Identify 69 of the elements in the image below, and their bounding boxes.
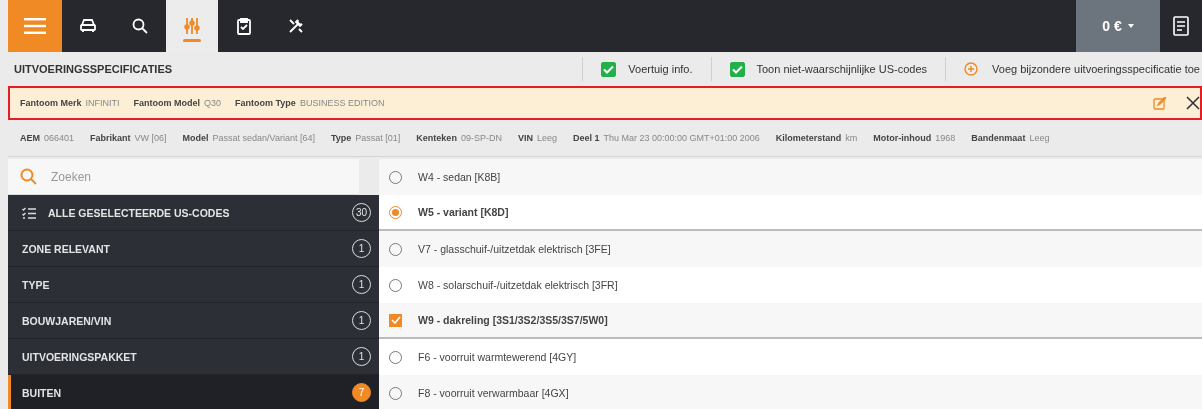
clipboard-check-icon bbox=[235, 17, 253, 35]
option-label: W5 - variant [K8D] bbox=[418, 206, 509, 218]
field-value: Passat sedan/Variant [64] bbox=[212, 133, 315, 143]
checkbox-label: Voertuig info. bbox=[628, 63, 693, 75]
sidebar-item[interactable]: ALLE GESELECTEERDE US-CODES 30 bbox=[8, 195, 379, 231]
sidebar-item[interactable]: ZONE RELEVANT 1 bbox=[8, 231, 379, 267]
category-label: ZONE RELEVANT bbox=[22, 242, 111, 255]
option-label: F8 - voorruit verwarmbaar [4GX] bbox=[418, 387, 569, 399]
category-label: UITVOERINGSPAKKET bbox=[22, 350, 138, 363]
category-label: TYPE bbox=[22, 278, 51, 291]
checkbox-label: Toon niet-waarschijnlijke US-codes bbox=[756, 63, 928, 75]
field-label: Type bbox=[331, 133, 352, 143]
search-icon bbox=[131, 17, 149, 35]
option-label: W8 - solarschuif-/uitzetdak elektrisch [3FR] bbox=[418, 279, 618, 291]
category-label: BOUWJAREN/VIN bbox=[22, 314, 113, 327]
sidebar-item[interactable]: UITVOERINGSPAKKET 1 bbox=[8, 339, 379, 375]
sidebar-item[interactable]: BOUWJAREN/VIN 1 bbox=[8, 303, 379, 339]
field-value: Leeg bbox=[536, 133, 557, 143]
field-label: VIN bbox=[517, 133, 533, 143]
field-value: VW [06] bbox=[134, 133, 167, 143]
price-dropdown[interactable]: 0 € bbox=[1076, 0, 1160, 52]
plus-circle-icon bbox=[964, 62, 979, 76]
field-value: Thu Mar 23 00:00:00 GMT+01:00 2006 bbox=[603, 133, 760, 143]
option-label: V7 - glasschuif-/uitzetdak elektrisch [3FE] bbox=[418, 243, 611, 255]
category-label: BUITEN bbox=[22, 386, 63, 399]
option-label: W4 - sedan [K8B] bbox=[418, 171, 501, 183]
sliders-icon bbox=[183, 17, 201, 35]
car-icon bbox=[79, 17, 97, 35]
field-label: Kenteken bbox=[416, 133, 457, 143]
option-label: W9 - dakreling [3S1/3S2/3S5/3S7/5W0] bbox=[418, 314, 608, 326]
caret-icon bbox=[1127, 24, 1134, 28]
field-value: 066401 bbox=[44, 133, 75, 143]
field-value: INFINITI bbox=[85, 98, 120, 108]
field-value: 09-SP-DN bbox=[460, 133, 502, 143]
field-value: km bbox=[845, 133, 858, 143]
search-icon bbox=[20, 168, 37, 185]
field-value: Leeg bbox=[1029, 133, 1050, 143]
checkbox[interactable] bbox=[729, 61, 745, 77]
field-label: Fantoom Type bbox=[235, 98, 296, 108]
option-label: F6 - voorruit warmtewerend [4GY] bbox=[418, 351, 577, 363]
field-value: 1968 bbox=[935, 133, 956, 143]
field-label: AEM bbox=[20, 133, 40, 143]
sidebar-item[interactable]: BUITEN 7 bbox=[8, 375, 379, 409]
field-label: Model bbox=[182, 133, 209, 143]
field-label: Fabrikant bbox=[90, 133, 131, 143]
field-label: Motor-inhoud bbox=[873, 133, 932, 143]
page-title: UITVOERINGSSPECIFICATIES bbox=[14, 63, 173, 75]
add-spec-button[interactable]: Voeg bijzondere uitvoeringsspecificatie toe bbox=[956, 62, 1202, 76]
field-label: Bandenmaat bbox=[971, 133, 1026, 143]
field-value: BUSINESS EDITION bbox=[299, 98, 385, 108]
close-icon[interactable] bbox=[1186, 96, 1200, 110]
field-label: Kilometerstand bbox=[775, 133, 842, 143]
sidebar-item[interactable]: TYPE 1 bbox=[8, 267, 379, 303]
checkbox[interactable] bbox=[389, 313, 402, 327]
search-input[interactable]: Zoeken bbox=[49, 168, 339, 185]
field-label: Deel 1 bbox=[572, 133, 600, 143]
category-label: ALLE GESELECTEERDE US-CODES bbox=[48, 206, 231, 219]
edit-icon[interactable] bbox=[1153, 96, 1166, 110]
search-field[interactable]: Zoeken bbox=[8, 159, 359, 195]
checkbox[interactable] bbox=[601, 61, 617, 77]
receipt-icon bbox=[1172, 16, 1190, 36]
field-label: Fantoom Merk bbox=[20, 98, 82, 108]
menu-icon bbox=[24, 18, 46, 34]
field-value: Q30 bbox=[204, 98, 222, 108]
checklist-icon bbox=[22, 206, 36, 219]
tools-icon bbox=[287, 17, 305, 35]
field-label: Fantoom Model bbox=[133, 98, 200, 108]
field-value: Passat [01] bbox=[355, 133, 401, 143]
count-badge: 7 bbox=[352, 383, 371, 402]
